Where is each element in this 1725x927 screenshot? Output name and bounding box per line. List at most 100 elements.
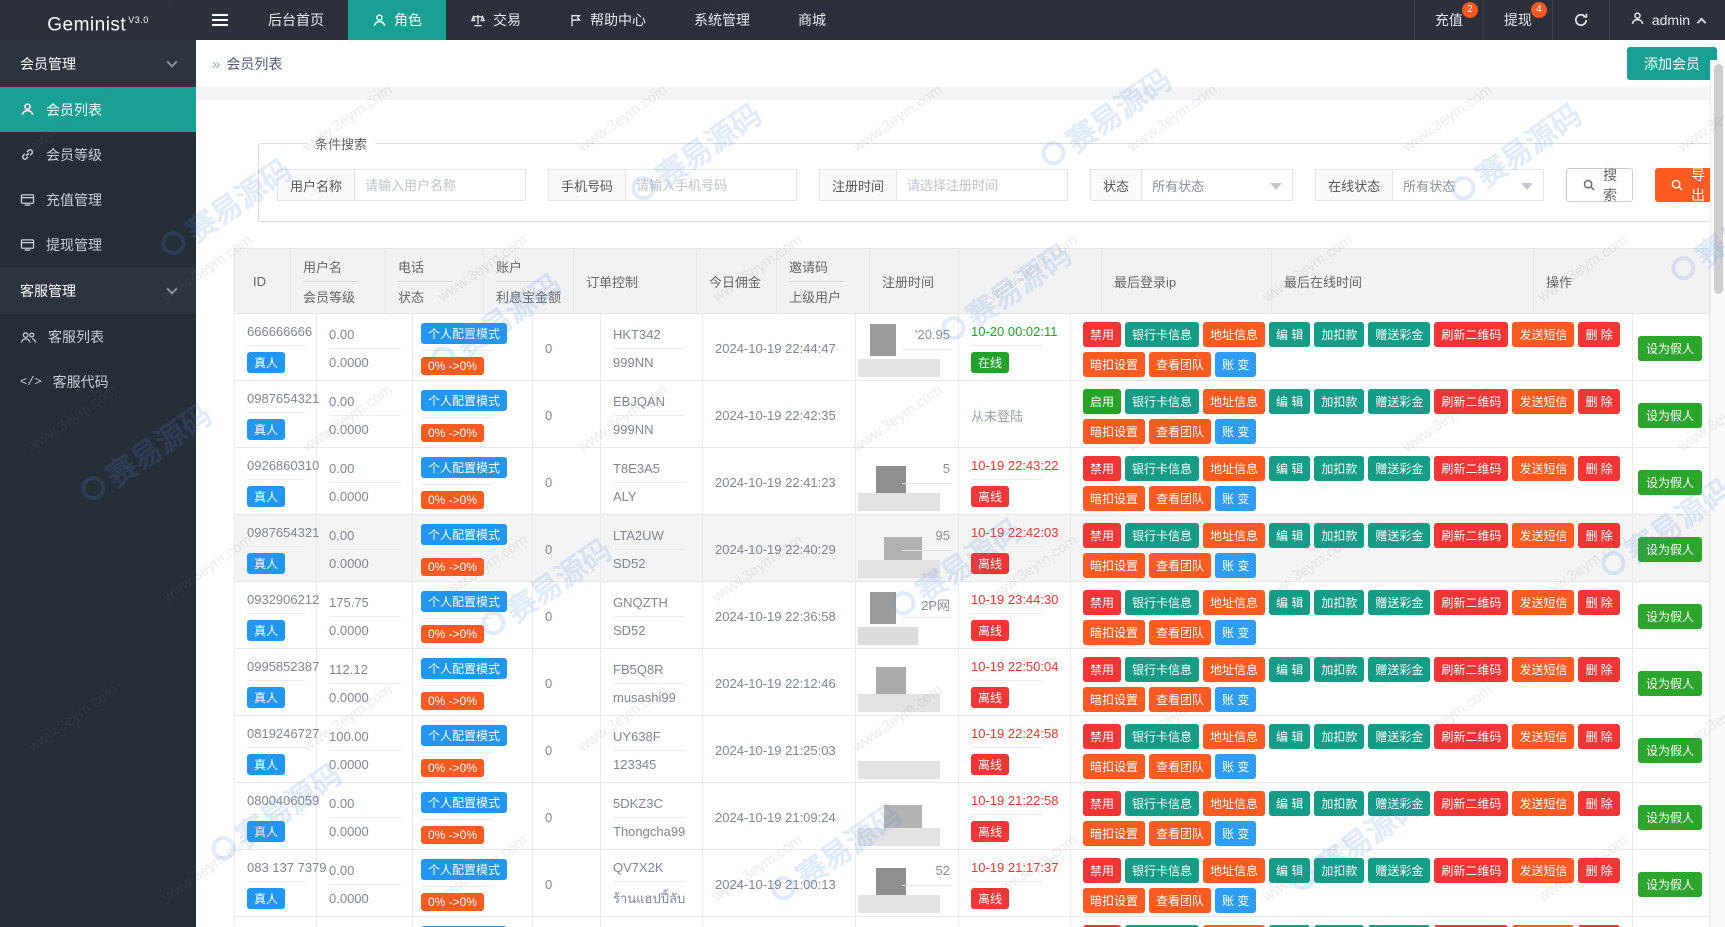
export-button[interactable]: 导 出 [1655,167,1710,203]
set-fake-button[interactable]: 设为假人 [1637,872,1702,897]
action-赠送彩金-button[interactable]: 赠送彩金 [1368,389,1431,414]
action-编辑-button[interactable]: 编 辑 [1269,657,1311,682]
action-加扣款-button[interactable]: 加扣款 [1314,389,1365,414]
action-账变-button[interactable]: 账 变 [1215,486,1257,511]
user-menu[interactable]: admin [1608,0,1725,40]
sidebar-group-客服管理[interactable]: 客服管理 [0,267,196,314]
sidebar-item-会员列表[interactable]: 会员列表 [0,87,196,132]
action-刷新二维码-button[interactable]: 刷新二维码 [1434,523,1509,548]
action-地址信息-button[interactable]: 地址信息 [1203,791,1266,816]
action-暗扣设置-button[interactable]: 暗扣设置 [1083,419,1146,444]
action-加扣款-button[interactable]: 加扣款 [1314,657,1365,682]
nav-item-帮助中心[interactable]: 帮助中心 [545,0,670,40]
action-银行卡信息-button[interactable]: 银行卡信息 [1125,590,1200,615]
action-银行卡信息-button[interactable]: 银行卡信息 [1125,657,1200,682]
action-删除-button[interactable]: 删 除 [1578,858,1620,883]
set-fake-button[interactable]: 设为假人 [1637,805,1702,830]
action-账变-button[interactable]: 账 变 [1215,553,1257,578]
sidebar-item-客服代码[interactable]: </> 客服代码 [0,359,196,404]
search-button[interactable]: 搜 索 [1566,167,1634,203]
toggle-enable-button[interactable]: 禁用 [1083,590,1122,615]
action-编辑-button[interactable]: 编 辑 [1269,389,1311,414]
set-fake-button[interactable]: 设为假人 [1637,671,1702,696]
action-发送短信-button[interactable]: 发送短信 [1512,657,1575,682]
action-赠送彩金-button[interactable]: 赠送彩金 [1368,590,1431,615]
action-加扣款-button[interactable]: 加扣款 [1314,590,1365,615]
action-编辑-button[interactable]: 编 辑 [1269,858,1311,883]
action-删除-button[interactable]: 删 除 [1578,523,1620,548]
action-删除-button[interactable]: 删 除 [1578,389,1620,414]
nav-item-后台首页[interactable]: 后台首页 [244,0,348,40]
action-查看团队-button[interactable]: 查看团队 [1149,553,1212,578]
action-暗扣设置-button[interactable]: 暗扣设置 [1083,687,1146,712]
set-fake-button[interactable]: 设为假人 [1637,738,1702,763]
action-刷新二维码-button[interactable]: 刷新二维码 [1434,322,1509,347]
action-赠送彩金-button[interactable]: 赠送彩金 [1368,523,1431,548]
action-发送短信-button[interactable]: 发送短信 [1512,791,1575,816]
action-查看团队-button[interactable]: 查看团队 [1149,754,1212,779]
withdraw-button[interactable]: 提现 4 [1482,0,1552,40]
action-编辑-button[interactable]: 编 辑 [1269,523,1311,548]
nav-item-商城[interactable]: 商城 [774,0,850,40]
action-账变-button[interactable]: 账 变 [1215,754,1257,779]
action-查看团队-button[interactable]: 查看团队 [1149,821,1212,846]
set-fake-button[interactable]: 设为假人 [1637,537,1702,562]
sidebar-item-会员等级[interactable]: 会员等级 [0,132,196,177]
action-刷新二维码-button[interactable]: 刷新二维码 [1434,858,1509,883]
action-地址信息-button[interactable]: 地址信息 [1203,858,1266,883]
action-发送短信-button[interactable]: 发送短信 [1512,456,1575,481]
action-刷新二维码-button[interactable]: 刷新二维码 [1434,456,1509,481]
action-编辑-button[interactable]: 编 辑 [1269,456,1311,481]
action-查看团队-button[interactable]: 查看团队 [1149,486,1212,511]
action-赠送彩金-button[interactable]: 赠送彩金 [1368,791,1431,816]
action-刷新二维码-button[interactable]: 刷新二维码 [1434,590,1509,615]
action-删除-button[interactable]: 删 除 [1578,791,1620,816]
toggle-enable-button[interactable]: 禁用 [1083,657,1122,682]
toggle-enable-button[interactable]: 禁用 [1083,858,1122,883]
action-加扣款-button[interactable]: 加扣款 [1314,322,1365,347]
action-查看团队-button[interactable]: 查看团队 [1149,352,1212,377]
regtime-input[interactable] [896,169,1069,201]
action-银行卡信息-button[interactable]: 银行卡信息 [1125,791,1200,816]
action-赠送彩金-button[interactable]: 赠送彩金 [1368,724,1431,749]
action-暗扣设置-button[interactable]: 暗扣设置 [1083,620,1146,645]
set-fake-button[interactable]: 设为假人 [1637,604,1702,629]
action-发送短信-button[interactable]: 发送短信 [1512,724,1575,749]
action-编辑-button[interactable]: 编 辑 [1269,791,1311,816]
action-赠送彩金-button[interactable]: 赠送彩金 [1368,657,1431,682]
sidebar-item-充值管理[interactable]: 充值管理 [0,177,196,222]
action-删除-button[interactable]: 删 除 [1578,322,1620,347]
phone-input[interactable] [625,169,798,201]
action-发送短信-button[interactable]: 发送短信 [1512,322,1575,347]
action-删除-button[interactable]: 删 除 [1578,590,1620,615]
action-地址信息-button[interactable]: 地址信息 [1203,523,1266,548]
action-地址信息-button[interactable]: 地址信息 [1203,724,1266,749]
toggle-enable-button[interactable]: 禁用 [1083,322,1122,347]
action-刷新二维码-button[interactable]: 刷新二维码 [1434,389,1509,414]
action-银行卡信息-button[interactable]: 银行卡信息 [1125,389,1200,414]
action-刷新二维码-button[interactable]: 刷新二维码 [1434,724,1509,749]
action-编辑-button[interactable]: 编 辑 [1269,590,1311,615]
action-编辑-button[interactable]: 编 辑 [1269,724,1311,749]
action-发送短信-button[interactable]: 发送短信 [1512,523,1575,548]
action-赠送彩金-button[interactable]: 赠送彩金 [1368,456,1431,481]
action-暗扣设置-button[interactable]: 暗扣设置 [1083,352,1146,377]
sidebar-item-提现管理[interactable]: 提现管理 [0,222,196,267]
action-加扣款-button[interactable]: 加扣款 [1314,523,1365,548]
action-银行卡信息-button[interactable]: 银行卡信息 [1125,322,1200,347]
action-账变-button[interactable]: 账 变 [1215,687,1257,712]
set-fake-button[interactable]: 设为假人 [1637,403,1702,428]
action-地址信息-button[interactable]: 地址信息 [1203,590,1266,615]
action-查看团队-button[interactable]: 查看团队 [1149,888,1212,913]
action-删除-button[interactable]: 删 除 [1578,456,1620,481]
action-发送短信-button[interactable]: 发送短信 [1512,389,1575,414]
action-删除-button[interactable]: 删 除 [1578,657,1620,682]
action-银行卡信息-button[interactable]: 银行卡信息 [1125,858,1200,883]
action-刷新二维码-button[interactable]: 刷新二维码 [1434,791,1509,816]
action-查看团队-button[interactable]: 查看团队 [1149,687,1212,712]
action-地址信息-button[interactable]: 地址信息 [1203,657,1266,682]
sidebar-toggle-button[interactable] [196,0,244,40]
action-发送短信-button[interactable]: 发送短信 [1512,858,1575,883]
action-银行卡信息-button[interactable]: 银行卡信息 [1125,456,1200,481]
nav-item-系统管理[interactable]: 系统管理 [670,0,774,40]
